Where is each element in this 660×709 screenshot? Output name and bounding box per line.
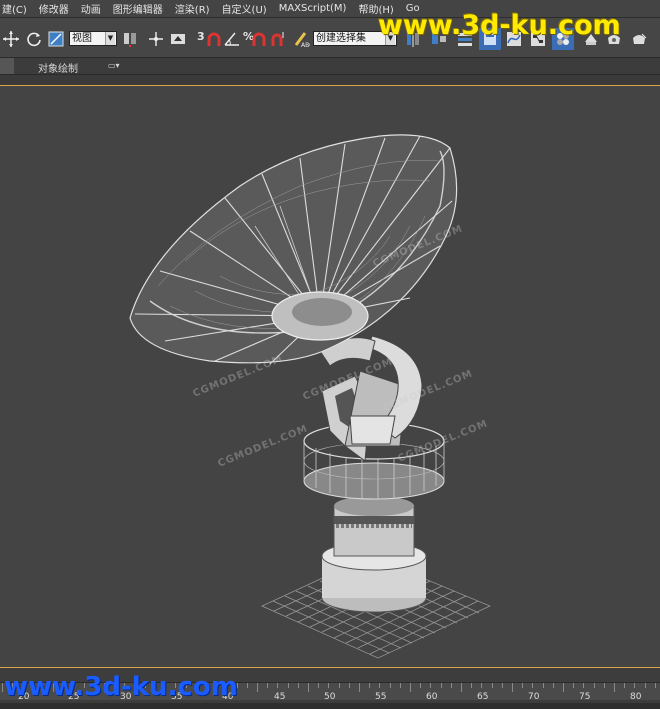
timeline-tick — [492, 683, 493, 688]
ribbon-tabs: 对象绘制 ▭▾ — [0, 58, 660, 75]
timeline-tick — [430, 683, 431, 688]
menu-rendering[interactable]: 渲染(R) — [169, 1, 216, 16]
keyboard-shortcut-icon[interactable] — [167, 28, 189, 50]
chevron-down-icon: ▼ — [105, 32, 115, 45]
timeline-tick — [318, 683, 319, 688]
status-bar — [0, 703, 660, 709]
timeline-tick — [563, 683, 564, 692]
render-production-icon[interactable] — [628, 28, 650, 50]
menu-create[interactable]: 建(C) — [0, 1, 33, 16]
timeline-tick — [583, 683, 584, 688]
timeline-tick — [522, 683, 523, 688]
timeline-tick — [400, 683, 401, 688]
timeline-tick — [339, 683, 340, 688]
angle-snap-icon[interactable] — [221, 28, 243, 50]
ribbon-tab-collapsed[interactable] — [0, 58, 14, 74]
timeline-tick — [502, 683, 503, 688]
timeline-tick — [247, 683, 248, 688]
menu-maxscript[interactable]: MAXScript(M) — [273, 3, 353, 14]
timeline-tick — [532, 683, 533, 688]
svg-text:ABC: ABC — [301, 42, 310, 48]
perspective-viewport[interactable]: CGMODEL.COM CGMODEL.COM CGMODEL.COM CGMO… — [0, 85, 660, 668]
timeline-tick — [655, 683, 656, 688]
tab-object-paint[interactable]: 对象绘制 — [38, 60, 78, 75]
viewport-gap — [0, 75, 660, 85]
timeline-label: 45 — [274, 692, 286, 702]
timeline-tick — [298, 683, 299, 688]
named-selection-set-value: 创建选择集 — [316, 33, 366, 44]
timeline-tick — [645, 683, 646, 688]
timeline-label: 50 — [324, 692, 336, 702]
reference-coordinate-value: 视图 — [72, 33, 92, 44]
timeline-label: 75 — [579, 692, 591, 702]
edit-named-selection-icon[interactable]: ABC — [290, 28, 312, 50]
ribbon-options-icon[interactable]: ▭▾ — [108, 61, 120, 70]
menu-customize[interactable]: 自定义(U) — [216, 1, 273, 16]
timeline-tick — [359, 683, 360, 692]
timeline-tick — [308, 683, 309, 692]
timeline-tick — [410, 683, 411, 692]
timeline-label: 60 — [426, 692, 438, 702]
move-icon[interactable] — [0, 28, 22, 50]
timeline-tick — [328, 683, 329, 688]
timeline-tick — [594, 683, 595, 688]
scale-icon[interactable] — [45, 28, 67, 50]
watermark-bottom: www.3d-ku.com — [4, 672, 238, 702]
timeline-tick — [277, 683, 278, 688]
spinner-snap-icon[interactable] — [266, 28, 288, 50]
radio-telescope-model — [129, 134, 491, 659]
timeline-tick — [614, 683, 615, 692]
timeline-tick — [257, 683, 258, 692]
timeline-tick — [451, 683, 452, 688]
timeline-tick — [288, 683, 289, 688]
timeline-tick — [379, 683, 380, 688]
reference-coordinate-dropdown[interactable]: 视图 ▼ — [69, 31, 117, 46]
menu-animation[interactable]: 动画 — [75, 1, 107, 16]
timeline-tick — [553, 683, 554, 688]
rotate-icon[interactable] — [23, 28, 45, 50]
timeline-tick — [461, 683, 462, 692]
pivot-center-icon[interactable] — [119, 28, 141, 50]
timeline-tick — [2, 683, 3, 692]
timeline-tick — [420, 683, 421, 688]
timeline-tick — [441, 683, 442, 688]
timeline-tick — [573, 683, 574, 688]
timeline-label: 70 — [528, 692, 540, 702]
menu-graph-editors[interactable]: 图形编辑器 — [107, 1, 169, 16]
timeline-tick — [390, 683, 391, 688]
timeline-tick — [481, 683, 482, 688]
timeline-tick — [267, 683, 268, 688]
timeline-tick — [634, 683, 635, 688]
timeline-tick — [624, 683, 625, 688]
timeline-label: 65 — [477, 692, 489, 702]
timeline-label: 55 — [375, 692, 387, 702]
select-and-manipulate-icon[interactable] — [145, 28, 167, 50]
watermark-top: www.3d-ku.com — [378, 10, 621, 41]
timeline-tick — [543, 683, 544, 688]
timeline-tick — [512, 683, 513, 692]
menu-modifiers[interactable]: 修改器 — [33, 1, 75, 16]
timeline-tick — [349, 683, 350, 688]
timeline-tick — [471, 683, 472, 688]
timeline-label: 80 — [630, 692, 642, 702]
timeline-tick — [369, 683, 370, 688]
base-column — [321, 496, 427, 613]
timeline-tick — [604, 683, 605, 688]
